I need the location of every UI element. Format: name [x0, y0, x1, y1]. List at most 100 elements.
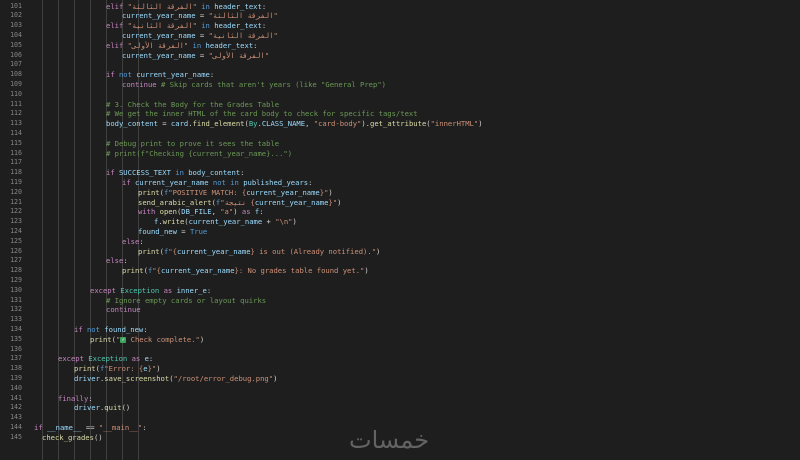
code-token: as — [127, 354, 145, 364]
code-line[interactable]: 135 print("✓ Check complete.") — [0, 335, 800, 345]
code-line[interactable]: 143 — [0, 413, 800, 423]
code-line[interactable]: 133 — [0, 315, 800, 325]
code-text: check_grades() — [42, 433, 103, 443]
code-token: elif — [106, 40, 128, 50]
code-line[interactable]: 111 # 3. Check the Body for the Grades Ta… — [0, 100, 800, 110]
line-number: 127 — [10, 256, 22, 265]
code-token: continue — [122, 79, 161, 89]
line-number: 138 — [10, 364, 22, 373]
code-line[interactable]: 115 # Debug print to prove it sees the ta… — [0, 139, 800, 149]
code-line[interactable]: 107 — [0, 60, 800, 70]
line-number: 139 — [10, 373, 22, 382]
code-line[interactable]: 110 — [0, 90, 800, 100]
code-line[interactable]: 116 # print(f"Checking {current_year_name… — [0, 149, 800, 159]
code-token: ) — [292, 217, 297, 227]
code-line[interactable]: 138 print(f"Error: {e}") — [0, 364, 800, 374]
code-line[interactable]: 112 # We get the inner HTML of the card b… — [0, 109, 800, 119]
line-number: 105 — [10, 40, 22, 49]
code-line[interactable]: 121 send_arabic_alert(f"نتيجة {current_ye… — [0, 198, 800, 208]
code-token: "الفرقة الثانية" — [127, 21, 197, 31]
code-text: # 3. Check the Body for the Grades Table — [106, 100, 279, 110]
code-token: : — [308, 177, 313, 187]
code-line[interactable]: 134 if not found_new: — [0, 325, 800, 335]
code-token: driver — [74, 403, 100, 413]
code-token: "الفرقة الثالثة" — [127, 1, 197, 11]
code-line[interactable]: 132 continue — [0, 305, 800, 315]
code-line[interactable]: 142 driver.quit() — [0, 403, 800, 413]
line-number: 112 — [10, 109, 22, 118]
code-line[interactable]: 118 if SUCCESS_TEXT in body_content: — [0, 168, 800, 178]
line-number: 145 — [10, 432, 22, 441]
line-number: 119 — [10, 177, 22, 186]
code-token: = — [195, 50, 209, 60]
code-text: print(f"POSITIVE MATCH: {current_year_na… — [138, 188, 333, 198]
code-text: print(f"{current_year_name} is out (Alre… — [138, 247, 380, 257]
code-line[interactable]: 122 with open(DB_FILE, "a") as f: — [0, 207, 800, 217]
code-line[interactable]: 137 except Exception as e: — [0, 354, 800, 364]
code-token: body_content — [106, 119, 158, 129]
code-line[interactable]: 102 current_year_name = "الفرقة الثالثة" — [0, 11, 800, 21]
code-line[interactable]: 109 continue # Skip cards that aren't yea… — [0, 80, 800, 90]
line-number: 142 — [10, 403, 22, 412]
code-token: except — [90, 285, 121, 295]
code-text: finally: — [58, 394, 93, 404]
code-line[interactable]: 136 — [0, 345, 800, 355]
code-line[interactable]: 104 current_year_name = "الفرقة الثانية" — [0, 31, 800, 41]
code-token: : — [139, 236, 144, 246]
code-token: continue — [106, 305, 141, 315]
code-line[interactable]: 108 if not current_year_name: — [0, 70, 800, 80]
code-line[interactable]: 123 f.write(current_year_name + "\n") — [0, 217, 800, 227]
code-token: if — [122, 177, 135, 187]
code-line[interactable]: 139 driver.save_screenshot("/root/error_d… — [0, 374, 800, 384]
code-text: # print(f"Checking {current_year_name}..… — [106, 149, 292, 159]
code-token: header_text — [205, 40, 254, 50]
line-number: 134 — [10, 324, 22, 333]
code-line[interactable]: 131 # Ignore empty cards or layout quirks — [0, 296, 800, 306]
code-line[interactable]: 126 print(f"{current_year_name} is out (A… — [0, 247, 800, 257]
code-token: == — [81, 422, 99, 432]
line-number: 113 — [10, 119, 22, 128]
code-line[interactable]: 125 else: — [0, 237, 800, 247]
code-token: current_year_name — [246, 187, 320, 197]
code-text: else: — [106, 256, 128, 266]
code-line[interactable]: 140 — [0, 384, 800, 394]
code-token: header_text — [214, 21, 262, 31]
line-number: 144 — [10, 422, 22, 431]
code-token: True — [189, 226, 208, 236]
code-line[interactable]: 114 — [0, 129, 800, 139]
code-text: print(f"{current_year_name}: No grades t… — [122, 266, 369, 276]
code-token: ). — [361, 119, 371, 129]
code-line[interactable]: 101 elif "الفرقة الثالثة" in header_text: — [0, 2, 800, 12]
code-line[interactable]: 117 — [0, 158, 800, 168]
code-token: : — [253, 40, 258, 50]
code-token: published_years — [243, 177, 309, 187]
code-token: : — [143, 324, 148, 334]
line-number: 129 — [10, 275, 22, 284]
code-token: # Debug print to prove it sees the table — [106, 138, 280, 148]
code-line[interactable]: 105 elif "الفرقة الأولى" in header_text: — [0, 41, 800, 51]
code-line[interactable]: 128 print(f"{current_year_name}: No grade… — [0, 266, 800, 276]
code-token: = — [176, 226, 190, 236]
code-line[interactable]: 106 current_year_name = "الفرقة الأولى" — [0, 51, 800, 61]
code-line[interactable]: 113 body_content = card.find_element(By.C… — [0, 119, 800, 129]
code-token: "\n" — [275, 217, 293, 227]
code-token: }" — [328, 197, 338, 207]
code-editor[interactable]: 101 elif "الفرقة الثالثة" in header_text:… — [0, 0, 800, 460]
code-text: if not current_year_name: — [106, 70, 214, 80]
code-line[interactable]: 129 — [0, 276, 800, 286]
code-line[interactable]: 130 except Exception as inner_e: — [0, 286, 800, 296]
code-text: with open(DB_FILE, "a") as f: — [138, 207, 264, 217]
code-token: elif — [106, 1, 128, 11]
code-token: : — [261, 1, 267, 11]
code-token: "a" — [220, 207, 234, 217]
code-token: ) — [364, 266, 369, 276]
code-line[interactable]: 127 else: — [0, 256, 800, 266]
line-number: 121 — [10, 197, 22, 206]
code-line[interactable]: 124 found_new = True — [0, 227, 800, 237]
code-line[interactable]: 103 elif "الفرقة الثانية" in header_text: — [0, 21, 800, 31]
code-line[interactable]: 120 print(f"POSITIVE MATCH: {current_year… — [0, 188, 800, 198]
line-number: 133 — [10, 315, 22, 324]
code-line[interactable]: 141 finally: — [0, 394, 800, 404]
code-line[interactable]: 119 if current_year_name not in published… — [0, 178, 800, 188]
code-token: "/root/error_debug.png" — [173, 373, 274, 383]
